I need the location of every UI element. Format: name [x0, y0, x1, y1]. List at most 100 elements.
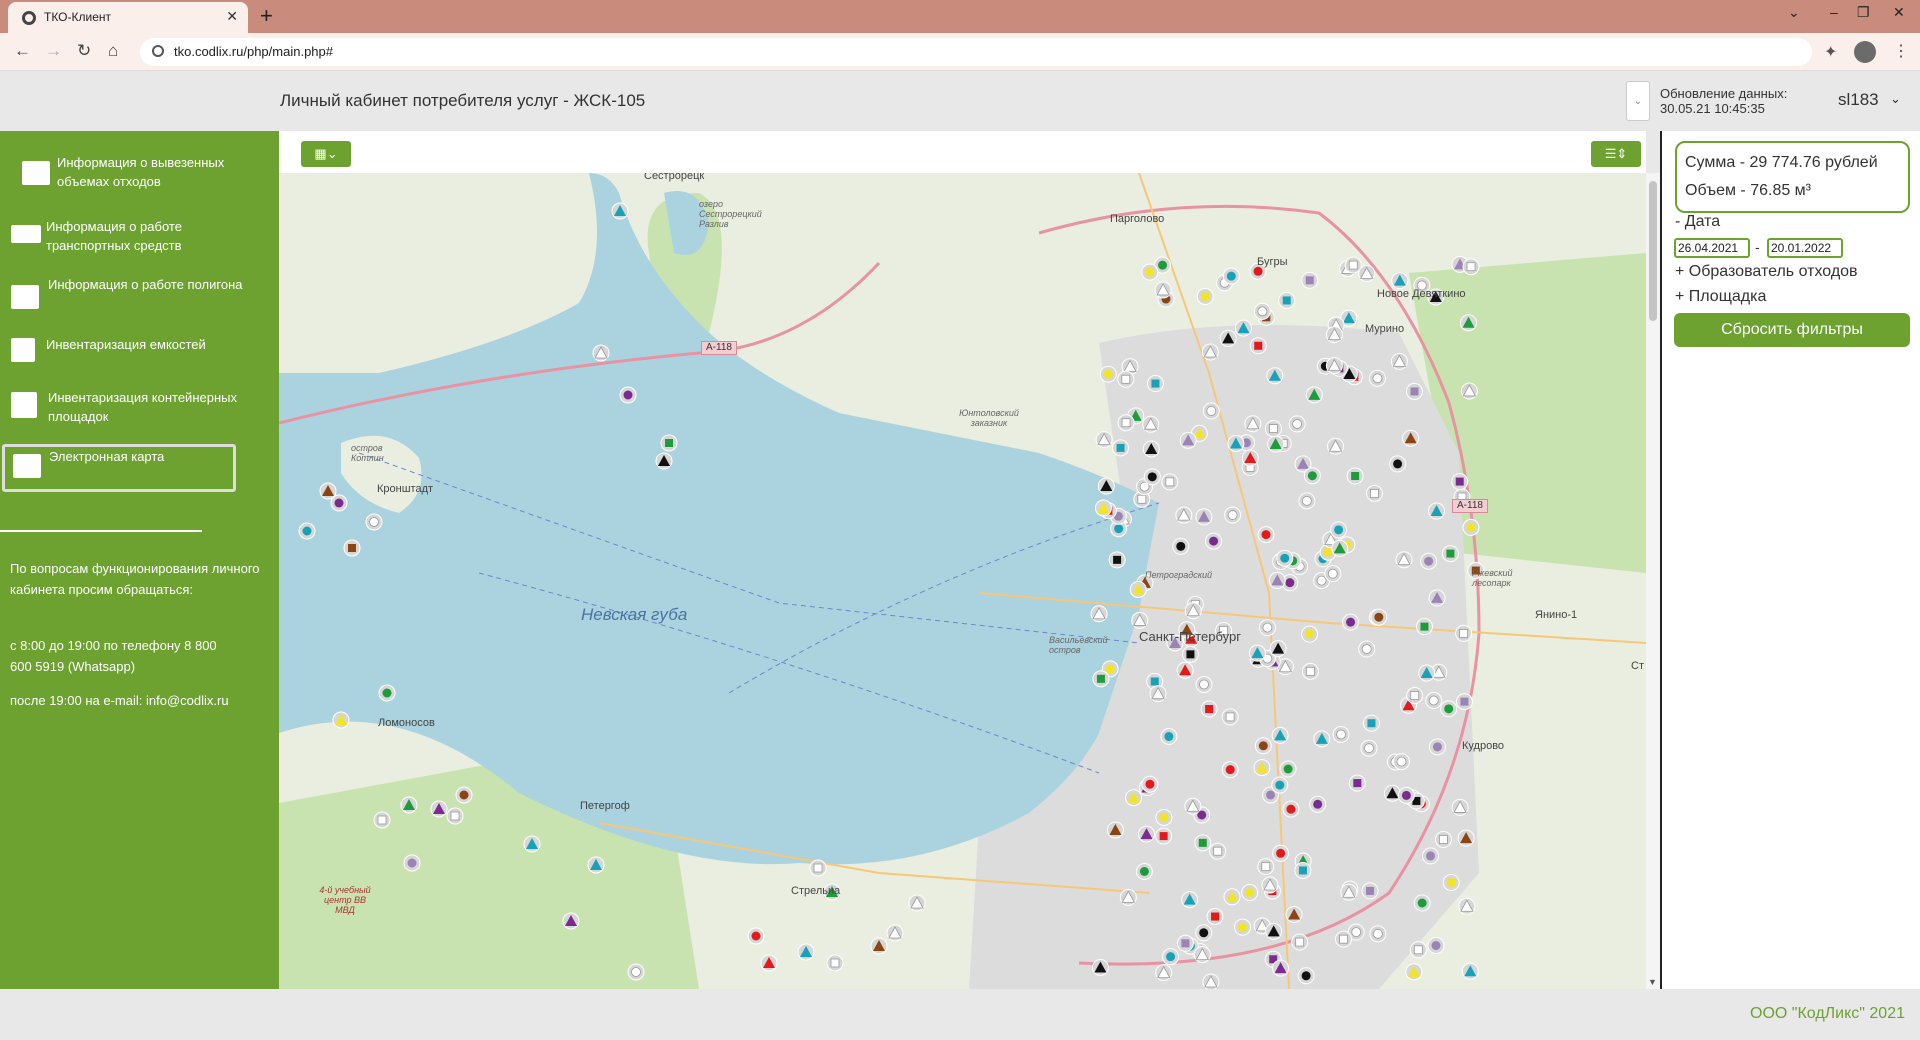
map-marker[interactable]: [1184, 797, 1202, 815]
map-marker[interactable]: [1344, 256, 1362, 274]
map-marker[interactable]: [1346, 467, 1364, 485]
map-marker[interactable]: [619, 386, 637, 404]
map-marker[interactable]: [1291, 933, 1309, 951]
map-marker[interactable]: [1285, 905, 1303, 923]
map-marker[interactable]: [1155, 827, 1173, 845]
map-marker[interactable]: [1425, 692, 1443, 710]
map-marker[interactable]: [1196, 287, 1214, 305]
sidebar-item-platforms[interactable]: Инвентаризация контейнерных площадок: [0, 388, 279, 444]
map-marker[interactable]: [1402, 429, 1420, 447]
browser-menu-icon[interactable]: ⋮: [1893, 41, 1909, 61]
map-marker[interactable]: [1457, 829, 1475, 847]
map-marker[interactable]: [1422, 847, 1440, 865]
map-marker[interactable]: [1200, 700, 1218, 718]
map-marker[interactable]: [1244, 415, 1262, 433]
map-marker[interactable]: [1305, 386, 1323, 404]
map-marker[interactable]: [1219, 329, 1237, 347]
map-marker[interactable]: [1209, 842, 1227, 860]
map-marker[interactable]: [1272, 844, 1290, 862]
map-marker[interactable]: [1097, 477, 1115, 495]
map-marker[interactable]: [1434, 831, 1452, 849]
map-marker[interactable]: [1460, 314, 1478, 332]
map-marker[interactable]: [1194, 834, 1212, 852]
map-marker[interactable]: [1428, 589, 1446, 607]
map-marker[interactable]: [378, 684, 396, 702]
map-marker[interactable]: [1264, 420, 1282, 438]
map-marker[interactable]: [1301, 271, 1319, 289]
sidebar-item-containers[interactable]: Инвентаризация емкостей: [0, 335, 279, 391]
map-marker[interactable]: [1234, 918, 1252, 936]
map-marker[interactable]: [1406, 687, 1424, 705]
map-marker[interactable]: [587, 856, 605, 874]
map-marker[interactable]: [1117, 414, 1135, 432]
map-marker[interactable]: [1301, 625, 1319, 643]
map-marker[interactable]: [1161, 473, 1179, 491]
map-marker[interactable]: [1309, 795, 1327, 813]
map-marker[interactable]: [1360, 739, 1378, 757]
map-marker[interactable]: [1142, 415, 1160, 433]
map-marker[interactable]: [1202, 402, 1220, 420]
map-marker[interactable]: [1258, 619, 1276, 637]
minimize-icon[interactable]: –: [1830, 4, 1838, 20]
sidebar-item-vehicles[interactable]: Информация о работе транспортных средств: [0, 217, 279, 273]
map-marker[interactable]: [1390, 352, 1408, 370]
map-marker[interactable]: [1181, 645, 1199, 663]
map-marker[interactable]: [1335, 930, 1353, 948]
map-marker[interactable]: [1162, 948, 1180, 966]
map-marker[interactable]: [886, 924, 904, 942]
list-toggle-button[interactable]: ☰⇕: [1591, 141, 1641, 167]
map-marker[interactable]: [1265, 922, 1283, 940]
map-marker[interactable]: [1451, 473, 1469, 491]
map-marker[interactable]: [1418, 664, 1436, 682]
map-marker[interactable]: [1227, 434, 1245, 452]
map-marker[interactable]: [1095, 431, 1113, 449]
map-marker[interactable]: [1176, 661, 1194, 679]
restore-icon[interactable]: ❐: [1857, 4, 1870, 21]
map-marker[interactable]: [1405, 382, 1423, 400]
map-marker[interactable]: [365, 513, 383, 531]
date-to-input[interactable]: 20.01.2022: [1767, 238, 1843, 258]
tab-close-icon[interactable]: ✕: [226, 8, 238, 25]
map-marker[interactable]: [1125, 789, 1143, 807]
map-marker[interactable]: [1222, 267, 1240, 285]
url-input[interactable]: tko.codlix.ru/php/main.php#: [140, 38, 1812, 66]
map-marker[interactable]: [1278, 291, 1296, 309]
map-scrollbar[interactable]: ▼: [1646, 173, 1660, 989]
map-marker[interactable]: [1348, 774, 1366, 792]
map-marker[interactable]: [1257, 858, 1275, 876]
site-info-icon[interactable]: [152, 45, 164, 57]
map-marker[interactable]: [1297, 967, 1315, 985]
map-marker[interactable]: [1455, 624, 1473, 642]
map-marker[interactable]: [1172, 537, 1190, 555]
map-marker[interactable]: [1234, 319, 1252, 337]
map-marker[interactable]: [1288, 415, 1306, 433]
sidebar-item-waste-volumes[interactable]: Информация о вывезенных объемах отходов: [0, 153, 279, 209]
map-marker[interactable]: [1361, 882, 1379, 900]
tab-search-icon[interactable]: ⌄: [1788, 4, 1800, 21]
map-marker[interactable]: [1298, 492, 1316, 510]
map-marker[interactable]: [1143, 468, 1161, 486]
map-marker[interactable]: [1389, 455, 1407, 473]
map-marker[interactable]: [1135, 862, 1153, 880]
map-marker[interactable]: [430, 800, 448, 818]
map-marker[interactable]: [747, 927, 765, 945]
sidebar-item-landfill[interactable]: Информация о работе полигона: [0, 275, 279, 331]
map-marker[interactable]: [1340, 883, 1358, 901]
chevron-down-icon[interactable]: ⌄: [1890, 91, 1901, 107]
map-marker[interactable]: [1254, 737, 1272, 755]
map-marker[interactable]: [1179, 431, 1197, 449]
map-marker[interactable]: [1146, 375, 1164, 393]
map-marker[interactable]: [1266, 367, 1284, 385]
map-marker[interactable]: [660, 434, 678, 452]
date-filter-toggle[interactable]: - Дата: [1675, 213, 1720, 231]
map-marker[interactable]: [1253, 302, 1271, 320]
layer-select-button[interactable]: ▦⌄: [301, 141, 351, 167]
map-marker[interactable]: [1241, 449, 1259, 467]
map-marker[interactable]: [1271, 726, 1289, 744]
map-marker[interactable]: [1415, 618, 1433, 636]
map-marker[interactable]: [1461, 962, 1479, 980]
map-marker[interactable]: [400, 796, 418, 814]
map-marker[interactable]: [1460, 382, 1478, 400]
forward-icon[interactable]: →: [45, 41, 62, 61]
header-dropdown-button[interactable]: ⌄: [1626, 81, 1650, 121]
